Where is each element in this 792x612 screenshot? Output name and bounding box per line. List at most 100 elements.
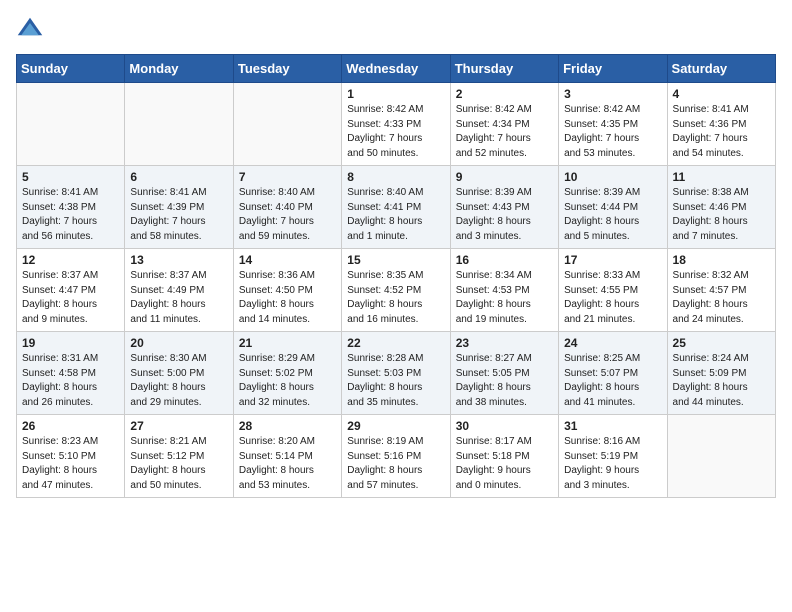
day-number: 29 bbox=[347, 419, 444, 433]
calendar-cell bbox=[233, 83, 341, 166]
logo bbox=[16, 16, 48, 44]
day-info: Sunrise: 8:34 AM Sunset: 4:53 PM Dayligh… bbox=[456, 269, 553, 327]
day-number: 21 bbox=[239, 336, 336, 350]
day-number: 27 bbox=[130, 419, 227, 433]
day-info: Sunrise: 8:38 AM Sunset: 4:46 PM Dayligh… bbox=[673, 186, 770, 244]
calendar-week-row: 19 Sunrise: 8:31 AM Sunset: 4:58 PM Dayli… bbox=[17, 332, 776, 415]
day-info: Sunrise: 8:31 AM Sunset: 4:58 PM Dayligh… bbox=[22, 352, 119, 410]
day-info: Sunrise: 8:42 AM Sunset: 4:34 PM Dayligh… bbox=[456, 103, 553, 161]
calendar-cell: 14Sunrise: 8:36 AM Sunset: 4:50 PM Dayli… bbox=[233, 249, 341, 332]
day-number: 11 bbox=[673, 170, 770, 184]
day-number: 1 bbox=[347, 87, 444, 101]
day-info: Sunrise: 8:41 AM Sunset: 4:39 PM Dayligh… bbox=[130, 186, 227, 244]
calendar-cell: 6 Sunrise: 8:41 AM Sunset: 4:39 PM Daylig… bbox=[125, 166, 233, 249]
calendar-cell: 29Sunrise: 8:19 AM Sunset: 5:16 PM Dayli… bbox=[342, 415, 450, 498]
day-number: 18 bbox=[673, 253, 770, 267]
calendar-cell bbox=[125, 83, 233, 166]
day-number: 31 bbox=[564, 419, 661, 433]
calendar-cell: 16 Sunrise: 8:34 AM Sunset: 4:53 PM Dayli… bbox=[450, 249, 558, 332]
day-info: Sunrise: 8:32 AM Sunset: 4:57 PM Dayligh… bbox=[673, 269, 770, 327]
calendar-cell: 2Sunrise: 8:42 AM Sunset: 4:34 PM Daylig… bbox=[450, 83, 558, 166]
day-number: 12 bbox=[22, 253, 119, 267]
day-info: Sunrise: 8:40 AM Sunset: 4:40 PM Dayligh… bbox=[239, 186, 336, 244]
day-number: 23 bbox=[456, 336, 553, 350]
day-info: Sunrise: 8:17 AM Sunset: 5:18 PM Dayligh… bbox=[456, 435, 553, 493]
day-info: Sunrise: 8:29 AM Sunset: 5:02 PM Dayligh… bbox=[239, 352, 336, 410]
day-number: 30 bbox=[456, 419, 553, 433]
day-info: Sunrise: 8:16 AM Sunset: 5:19 PM Dayligh… bbox=[564, 435, 661, 493]
day-info: Sunrise: 8:42 AM Sunset: 4:35 PM Dayligh… bbox=[564, 103, 661, 161]
day-number: 7 bbox=[239, 170, 336, 184]
calendar-cell: 19 Sunrise: 8:31 AM Sunset: 4:58 PM Dayli… bbox=[17, 332, 125, 415]
day-number: 8 bbox=[347, 170, 444, 184]
day-header-wednesday: Wednesday bbox=[342, 55, 450, 83]
day-header-monday: Monday bbox=[125, 55, 233, 83]
day-header-saturday: Saturday bbox=[667, 55, 775, 83]
calendar-cell: 28 Sunrise: 8:20 AM Sunset: 5:14 PM Dayli… bbox=[233, 415, 341, 498]
day-info: Sunrise: 8:21 AM Sunset: 5:12 PM Dayligh… bbox=[130, 435, 227, 493]
day-info: Sunrise: 8:37 AM Sunset: 4:47 PM Dayligh… bbox=[22, 269, 119, 327]
calendar-cell: 30 Sunrise: 8:17 AM Sunset: 5:18 PM Dayli… bbox=[450, 415, 558, 498]
day-number: 3 bbox=[564, 87, 661, 101]
day-number: 22 bbox=[347, 336, 444, 350]
calendar-cell: 23 Sunrise: 8:27 AM Sunset: 5:05 PM Dayli… bbox=[450, 332, 558, 415]
day-info: Sunrise: 8:33 AM Sunset: 4:55 PM Dayligh… bbox=[564, 269, 661, 327]
day-number: 16 bbox=[456, 253, 553, 267]
calendar-week-row: 5Sunrise: 8:41 AM Sunset: 4:38 PM Daylig… bbox=[17, 166, 776, 249]
day-info: Sunrise: 8:25 AM Sunset: 5:07 PM Dayligh… bbox=[564, 352, 661, 410]
calendar-cell: 11 Sunrise: 8:38 AM Sunset: 4:46 PM Dayli… bbox=[667, 166, 775, 249]
day-number: 26 bbox=[22, 419, 119, 433]
day-number: 13 bbox=[130, 253, 227, 267]
day-info: Sunrise: 8:28 AM Sunset: 5:03 PM Dayligh… bbox=[347, 352, 444, 410]
day-info: Sunrise: 8:23 AM Sunset: 5:10 PM Dayligh… bbox=[22, 435, 119, 493]
calendar-cell: 22 Sunrise: 8:28 AM Sunset: 5:03 PM Dayli… bbox=[342, 332, 450, 415]
calendar-header-row: SundayMondayTuesdayWednesdayThursdayFrid… bbox=[17, 55, 776, 83]
day-number: 25 bbox=[673, 336, 770, 350]
calendar-cell: 7 Sunrise: 8:40 AM Sunset: 4:40 PM Daylig… bbox=[233, 166, 341, 249]
calendar-cell: 26 Sunrise: 8:23 AM Sunset: 5:10 PM Dayli… bbox=[17, 415, 125, 498]
calendar-cell: 24 Sunrise: 8:25 AM Sunset: 5:07 PM Dayli… bbox=[559, 332, 667, 415]
day-header-tuesday: Tuesday bbox=[233, 55, 341, 83]
calendar-cell: 13 Sunrise: 8:37 AM Sunset: 4:49 PM Dayli… bbox=[125, 249, 233, 332]
day-number: 15 bbox=[347, 253, 444, 267]
day-info: Sunrise: 8:39 AM Sunset: 4:43 PM Dayligh… bbox=[456, 186, 553, 244]
day-info: Sunrise: 8:27 AM Sunset: 5:05 PM Dayligh… bbox=[456, 352, 553, 410]
calendar-cell: 1Sunrise: 8:42 AM Sunset: 4:33 PM Daylig… bbox=[342, 83, 450, 166]
logo-icon bbox=[16, 16, 44, 44]
calendar-cell bbox=[667, 415, 775, 498]
calendar-week-row: 12 Sunrise: 8:37 AM Sunset: 4:47 PM Dayli… bbox=[17, 249, 776, 332]
day-info: Sunrise: 8:20 AM Sunset: 5:14 PM Dayligh… bbox=[239, 435, 336, 493]
day-number: 14 bbox=[239, 253, 336, 267]
day-info: Sunrise: 8:30 AM Sunset: 5:00 PM Dayligh… bbox=[130, 352, 227, 410]
day-info: Sunrise: 8:24 AM Sunset: 5:09 PM Dayligh… bbox=[673, 352, 770, 410]
day-header-sunday: Sunday bbox=[17, 55, 125, 83]
day-number: 6 bbox=[130, 170, 227, 184]
day-info: Sunrise: 8:41 AM Sunset: 4:36 PM Dayligh… bbox=[673, 103, 770, 161]
calendar-cell: 12 Sunrise: 8:37 AM Sunset: 4:47 PM Dayli… bbox=[17, 249, 125, 332]
day-number: 24 bbox=[564, 336, 661, 350]
day-number: 17 bbox=[564, 253, 661, 267]
day-number: 28 bbox=[239, 419, 336, 433]
calendar-cell: 10Sunrise: 8:39 AM Sunset: 4:44 PM Dayli… bbox=[559, 166, 667, 249]
day-number: 19 bbox=[22, 336, 119, 350]
calendar-cell: 27 Sunrise: 8:21 AM Sunset: 5:12 PM Dayli… bbox=[125, 415, 233, 498]
calendar-cell: 17 Sunrise: 8:33 AM Sunset: 4:55 PM Dayli… bbox=[559, 249, 667, 332]
calendar-cell bbox=[17, 83, 125, 166]
day-header-friday: Friday bbox=[559, 55, 667, 83]
calendar-cell: 15 Sunrise: 8:35 AM Sunset: 4:52 PM Dayli… bbox=[342, 249, 450, 332]
calendar-cell: 20 Sunrise: 8:30 AM Sunset: 5:00 PM Dayli… bbox=[125, 332, 233, 415]
calendar-cell: 25 Sunrise: 8:24 AM Sunset: 5:09 PM Dayli… bbox=[667, 332, 775, 415]
day-number: 4 bbox=[673, 87, 770, 101]
day-info: Sunrise: 8:37 AM Sunset: 4:49 PM Dayligh… bbox=[130, 269, 227, 327]
calendar-cell: 4 Sunrise: 8:41 AM Sunset: 4:36 PM Daylig… bbox=[667, 83, 775, 166]
day-info: Sunrise: 8:35 AM Sunset: 4:52 PM Dayligh… bbox=[347, 269, 444, 327]
day-number: 20 bbox=[130, 336, 227, 350]
calendar-week-row: 1Sunrise: 8:42 AM Sunset: 4:33 PM Daylig… bbox=[17, 83, 776, 166]
calendar-table: SundayMondayTuesdayWednesdayThursdayFrid… bbox=[16, 54, 776, 498]
calendar-cell: 21 Sunrise: 8:29 AM Sunset: 5:02 PM Dayli… bbox=[233, 332, 341, 415]
calendar-cell: 18 Sunrise: 8:32 AM Sunset: 4:57 PM Dayli… bbox=[667, 249, 775, 332]
day-number: 9 bbox=[456, 170, 553, 184]
day-number: 10 bbox=[564, 170, 661, 184]
calendar-cell: 31 Sunrise: 8:16 AM Sunset: 5:19 PM Dayli… bbox=[559, 415, 667, 498]
calendar-cell: 3 Sunrise: 8:42 AM Sunset: 4:35 PM Daylig… bbox=[559, 83, 667, 166]
